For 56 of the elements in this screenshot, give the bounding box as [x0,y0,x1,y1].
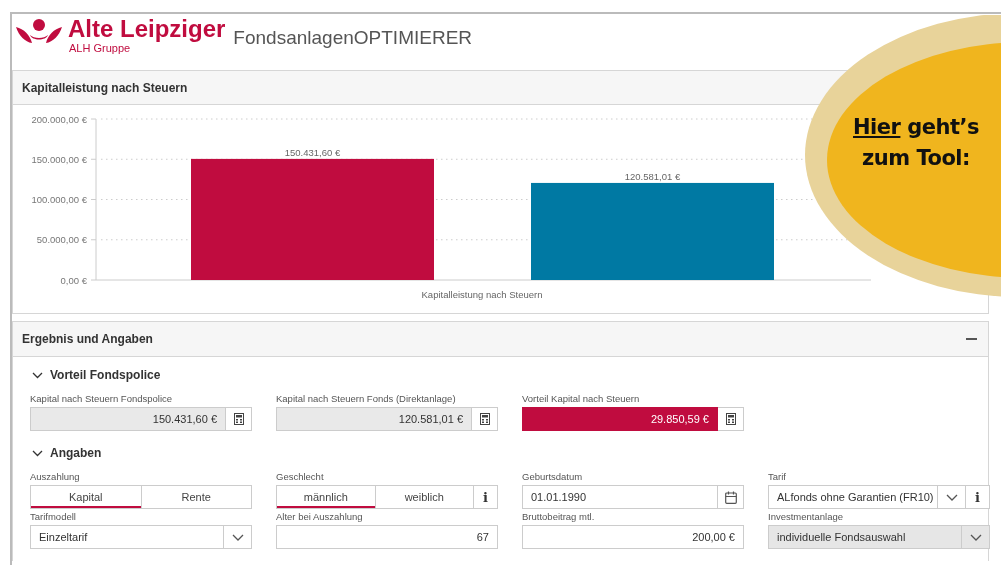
callout-text: Hier geht’s zum Tool: [852,114,980,172]
chevron-down-icon [945,493,958,501]
axis-label: 100.000,00 € [31,194,87,205]
info-button[interactable]: i [474,485,498,509]
calculator-icon [725,413,736,425]
calculator-button[interactable] [472,407,498,431]
axis-label: 150.000,00 € [31,153,87,165]
calculator-button[interactable] [226,407,252,431]
tool-link[interactable]: Hier [853,115,901,139]
chevron-icon [32,449,43,457]
output-field: 150.431,60 € [30,407,226,431]
field-label: Geschlecht [276,471,324,484]
app-title: FondsanlagenOPTIMIERER [233,27,473,49]
panel-title: Ergebnis und Angaben [22,332,153,346]
date-field[interactable]: 01.01.1990 [522,485,718,509]
axis-label: 0,00 € [60,274,87,286]
chevron-down-icon [969,533,982,541]
toggle-option[interactable]: männlich [276,485,376,509]
panel-title: Kapitalleistung nach Steuern [22,80,188,95]
chevron-icon [32,371,43,379]
section-toggle[interactable]: Vorteil Fondspolice [30,365,161,385]
axis-label: 50.000,00 € [36,234,87,246]
value-label: 150.431,60 € [284,146,341,158]
number-field[interactable]: 200,00 € [522,525,744,549]
calculator-icon [233,413,244,425]
field-label: Kapital nach Steuern Fondspolice [30,393,173,406]
output-field: 120.581,01 € [276,407,472,431]
calendar-button[interactable] [718,485,744,509]
toggle-option[interactable]: Kapital [30,485,142,509]
calendar-icon [724,490,737,504]
field-label: Tarif [768,471,786,484]
field-label: Alter bei Auszahlung [276,511,363,524]
chevron-down-icon [231,533,244,541]
toggle-option[interactable]: Rente [141,485,252,509]
dropdown[interactable]: Einzeltarif [30,525,252,549]
logo-icon [16,18,62,44]
field-label: Tarifmodell [30,511,76,524]
axis-label: 200.000,00 € [31,113,87,125]
output-field: 29.850,59 € [522,407,718,431]
brand-subtitle: ALH Gruppe [69,42,132,54]
field-label: Vorteil Kapital nach Steuern [522,393,640,406]
field-label: Kapital nach Steuern Fonds (Direktanlage) [276,393,456,406]
field-label: Bruttobeitrag mtl. [522,511,595,524]
value-label: 120.581,01 € [624,170,681,182]
info-button[interactable]: i [966,485,990,509]
category-label: Kapitalleistung nach Steuern [421,289,543,300]
section-toggle[interactable]: Angaben [30,443,102,463]
field-label: Auszahlung [30,471,80,484]
calculator-button[interactable] [718,407,744,431]
number-field[interactable]: 67 [276,525,498,549]
field-label: Geburtsdatum [522,471,583,484]
field-label: Investmentanlage [768,511,843,524]
brand-name: Alte Leipziger [68,16,226,42]
dropdown[interactable]: ALfonds ohne Garantien (FR10) [768,485,966,509]
calculator-icon [479,413,490,425]
toggle-option[interactable]: weiblich [375,485,474,509]
